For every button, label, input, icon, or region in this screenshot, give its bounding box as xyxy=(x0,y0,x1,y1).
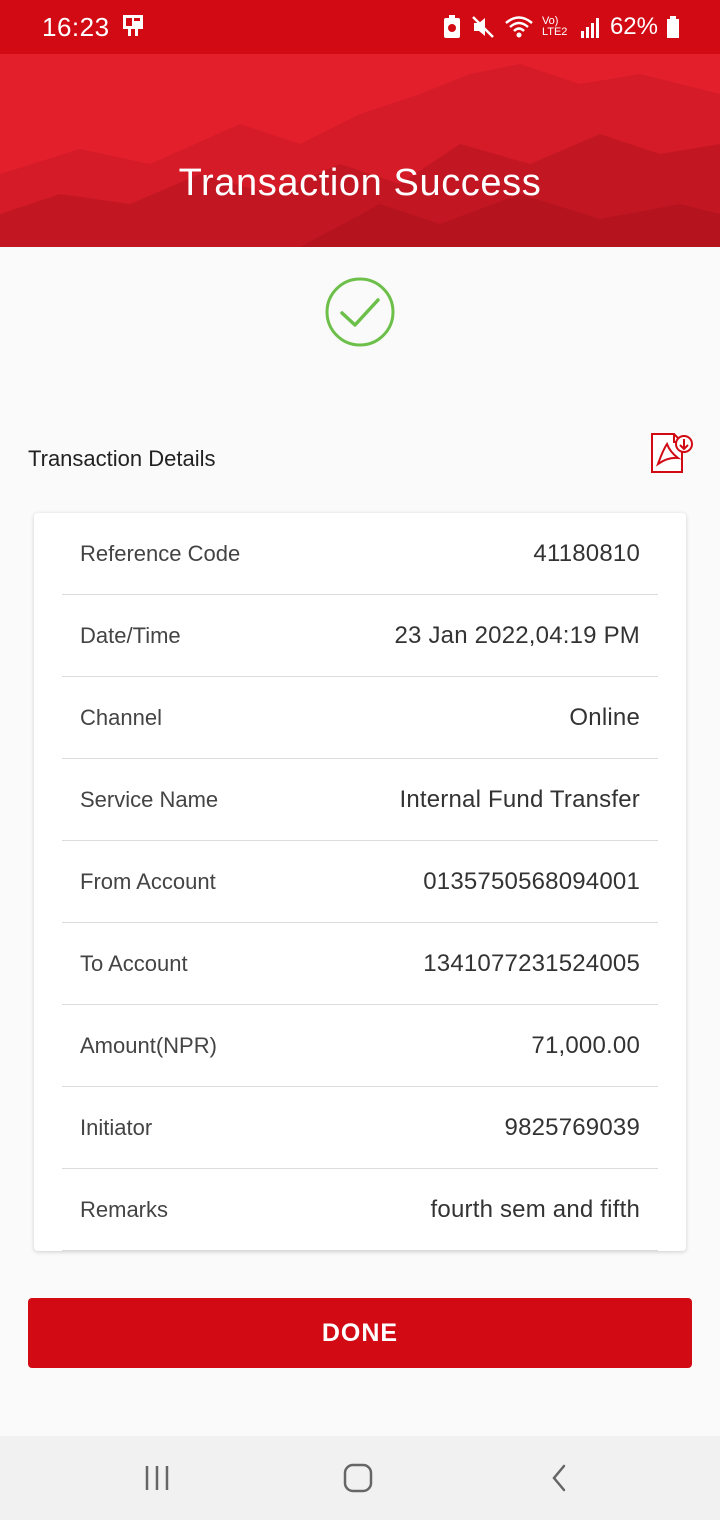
detail-row-remarks: Remarks fourth sem and fifth xyxy=(62,1169,658,1251)
status-time: 16:23 xyxy=(42,11,110,42)
detail-value: fourth sem and fifth xyxy=(430,1195,640,1223)
mute-icon xyxy=(470,14,496,40)
page-title: Transaction Success xyxy=(178,162,542,204)
detail-row-reference-code: Reference Code 41180810 xyxy=(62,513,658,595)
home-button[interactable] xyxy=(298,1436,418,1520)
battery-icon xyxy=(666,15,680,39)
back-icon xyxy=(552,1464,566,1492)
status-left: 16:23 xyxy=(42,12,146,43)
home-icon xyxy=(343,1463,373,1493)
recents-button[interactable] xyxy=(97,1436,217,1520)
detail-row-from-account: From Account 0135750568094001 xyxy=(62,841,658,923)
pdf-download-icon[interactable] xyxy=(648,430,694,476)
detail-label: Initiator xyxy=(80,1114,153,1140)
detail-row-initiator: Initiator 9825769039 xyxy=(62,1087,658,1169)
header-banner: Transaction Success xyxy=(0,54,720,247)
transaction-details-card: Reference Code 41180810 Date/Time 23 Jan… xyxy=(34,513,686,1251)
wifi-icon xyxy=(504,14,534,40)
status-right: Vo) LTE2 62% xyxy=(442,13,680,41)
detail-label: Date/Time xyxy=(80,622,181,648)
detail-value: 0135750568094001 xyxy=(423,867,640,895)
detail-value: Online xyxy=(569,703,640,731)
detail-label: To Account xyxy=(80,950,188,976)
detail-value: Internal Fund Transfer xyxy=(399,785,640,813)
detail-row-service-name: Service Name Internal Fund Transfer xyxy=(62,759,658,841)
detail-row-date-time: Date/Time 23 Jan 2022,04:19 PM xyxy=(62,595,658,677)
detail-label: Service Name xyxy=(80,786,219,812)
detail-row-amount: Amount(NPR) 71,000.00 xyxy=(62,1005,658,1087)
detail-label: Reference Code xyxy=(80,540,241,566)
done-button[interactable]: DONE xyxy=(28,1298,692,1368)
recents-icon xyxy=(145,1466,169,1490)
system-nav-bar xyxy=(0,1436,720,1520)
detail-label: Remarks xyxy=(80,1196,169,1222)
volte-label: Vo) LTE2 xyxy=(541,15,568,38)
success-check-icon xyxy=(324,276,396,348)
detail-label: Amount(NPR) xyxy=(80,1032,217,1058)
detail-value: 41180810 xyxy=(533,539,640,567)
detail-label: Channel xyxy=(80,704,162,730)
battery-saver-icon xyxy=(442,14,462,40)
status-bar: 16:23 Vo) LTE2 62% xyxy=(0,0,720,54)
detail-value: 23 Jan 2022,04:19 PM xyxy=(394,621,640,649)
mountain-background-image xyxy=(0,54,720,247)
detail-label: From Account xyxy=(80,868,216,894)
section-title: Transaction Details xyxy=(28,446,216,471)
battery-percent: 62% xyxy=(609,13,658,40)
notification-icon xyxy=(120,12,146,43)
detail-value: 71,000.00 xyxy=(531,1031,640,1059)
detail-row-channel: Channel Online xyxy=(62,677,658,759)
detail-value: 9825769039 xyxy=(504,1113,640,1141)
detail-value: 1341077231524005 xyxy=(423,949,640,977)
detail-row-to-account: To Account 1341077231524005 xyxy=(62,923,658,1005)
back-button[interactable] xyxy=(500,1436,620,1520)
signal-icon xyxy=(580,15,602,39)
